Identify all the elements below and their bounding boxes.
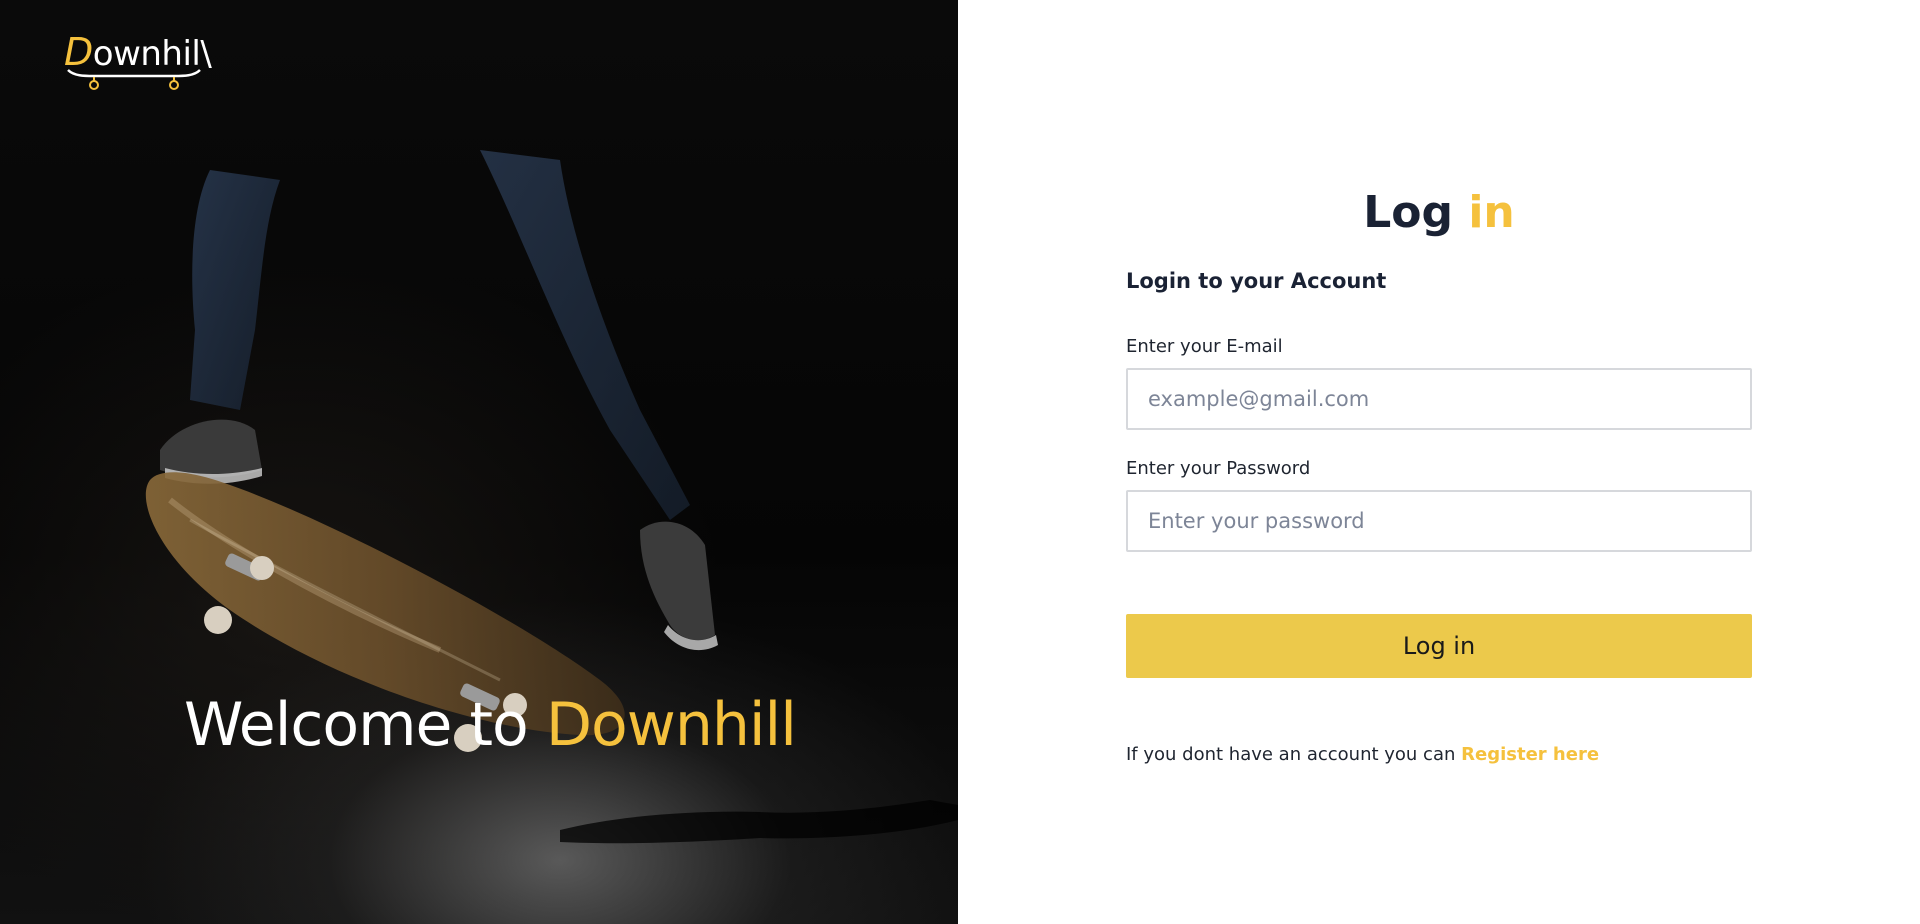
register-prompt: If you dont have an account you can Regi… [1126, 744, 1752, 765]
login-form: Login to your Account Enter your E-mail … [1126, 266, 1752, 765]
register-link[interactable]: Register here [1461, 744, 1599, 765]
email-label: Enter your E-mail [1126, 336, 1283, 357]
page-title: Log in [958, 187, 1920, 238]
welcome-heading: Welcome to Downhill [184, 690, 797, 761]
login-panel: Log in Login to your Account Enter your … [958, 0, 1920, 924]
skateboard-icon [67, 69, 201, 90]
login-button[interactable]: Log in [1126, 614, 1752, 678]
register-prompt-text: If you dont have an account you can [1126, 744, 1456, 765]
hero-panel: Downhil\ Welcome to Downhill [0, 0, 958, 924]
email-field[interactable] [1126, 368, 1752, 430]
page-title-accent: in [1468, 186, 1515, 238]
login-page: Downhil\ Welcome to Downhill Log in Logi… [0, 0, 1920, 924]
page-title-main: Log [1363, 186, 1454, 238]
password-label: Enter your Password [1126, 458, 1311, 479]
welcome-prefix: Welcome to [184, 690, 546, 761]
password-field[interactable] [1126, 490, 1752, 552]
welcome-accent: Downhill [545, 690, 797, 761]
form-subtitle: Login to your Account [1126, 269, 1387, 293]
skateboarder-photo [145, 150, 958, 844]
brand-logo[interactable]: Downhil\ [64, 30, 212, 90]
